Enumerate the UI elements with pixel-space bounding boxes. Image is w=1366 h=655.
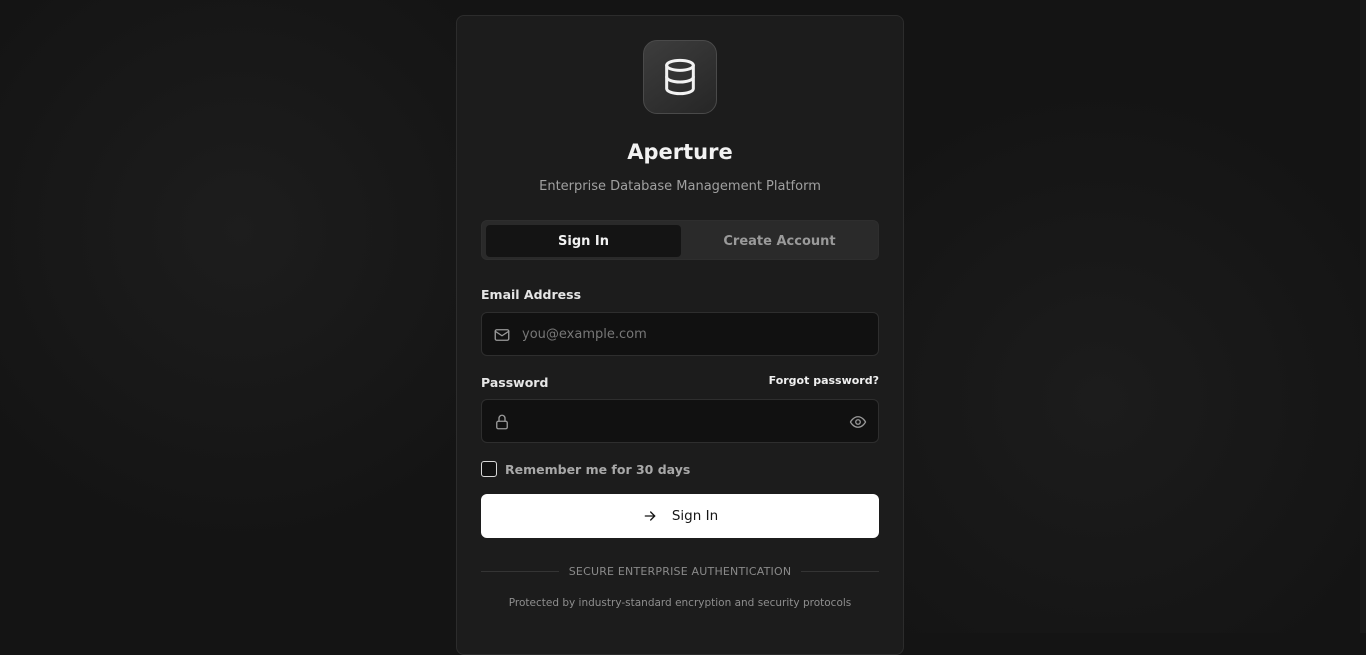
divider-line-right <box>801 571 879 572</box>
divider-line-left <box>481 571 559 572</box>
tab-create-account[interactable]: Create Account <box>682 225 877 257</box>
footer-note: Protected by industry-standard encryptio… <box>457 597 903 609</box>
mail-icon <box>493 326 511 344</box>
remember-me: Remember me for 30 days <box>481 460 690 478</box>
password-field-wrapper <box>481 399 879 443</box>
email-input[interactable] <box>522 313 842 355</box>
remember-me-checkbox[interactable] <box>481 461 497 477</box>
eye-icon[interactable] <box>849 413 867 431</box>
secure-divider: SECURE ENTERPRISE AUTHENTICATION <box>481 563 879 579</box>
database-icon <box>660 57 700 97</box>
sign-in-button[interactable]: Sign In <box>481 494 879 538</box>
auth-tabs: Sign In Create Account <box>481 220 879 260</box>
login-card: Aperture Enterprise Database Management … <box>456 15 904 655</box>
divider-text: SECURE ENTERPRISE AUTHENTICATION <box>559 565 802 578</box>
arrow-right-icon <box>642 508 658 524</box>
sign-in-button-label: Sign In <box>672 508 718 524</box>
forgot-password-link[interactable]: Forgot password? <box>769 374 879 387</box>
app-subtitle: Enterprise Database Management Platform <box>457 179 903 194</box>
email-label: Email Address <box>481 287 581 302</box>
password-input[interactable] <box>522 400 842 442</box>
password-label: Password <box>481 375 548 390</box>
scrollbar[interactable] <box>1360 0 1366 633</box>
app-logo <box>643 40 717 114</box>
remember-me-label[interactable]: Remember me for 30 days <box>505 462 690 477</box>
tab-sign-in[interactable]: Sign In <box>486 225 681 257</box>
email-field-wrapper <box>481 312 879 356</box>
app-title: Aperture <box>457 140 903 164</box>
lock-icon <box>493 413 511 431</box>
